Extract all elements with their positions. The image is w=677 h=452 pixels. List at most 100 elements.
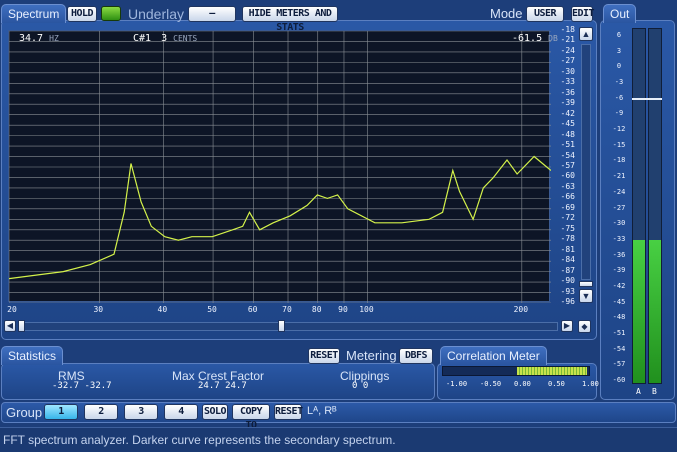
db-scale: -18 -21 -24 -27 -30 -33 -36 -39 -42 -45 -48 -51 -54-… — [553, 26, 575, 306]
scroll-up-arrow-icon[interactable]: ▲ — [579, 27, 593, 41]
group-3-button[interactable]: 3 — [124, 404, 158, 420]
edit-button[interactable]: EDIT — [571, 6, 595, 22]
spectrum-graph — [9, 31, 551, 303]
db-tick-label: -27 — [560, 56, 575, 66]
db-tick-label: -75 — [560, 223, 575, 233]
db-tick-label: -78 — [560, 234, 575, 244]
output-tick-label: -42 — [612, 281, 626, 290]
zoom-diamond-icon[interactable]: ◆ — [578, 320, 591, 333]
output-tick-label: 3 — [616, 46, 622, 55]
spectrum-tab[interactable]: Spectrum — [1, 4, 67, 23]
correlation-tick-label: -0.50 — [480, 380, 502, 388]
statistics-tab[interactable]: Statistics — [1, 346, 64, 365]
out-tab[interactable]: Out — [603, 4, 637, 23]
db-tick-label: -63 — [560, 181, 575, 191]
db-tick-label: -96 — [560, 297, 575, 306]
output-meter-b — [648, 28, 662, 384]
db-tick-label: -66 — [560, 192, 575, 202]
group-reset-button[interactable]: RESET — [274, 404, 303, 420]
group-4-button[interactable]: 4 — [164, 404, 198, 420]
db-tick-label: -18 — [560, 25, 575, 34]
db-value: -61.5 — [512, 33, 543, 44]
underlay-label: Underlay — [128, 6, 185, 22]
output-tick-label: -48 — [612, 313, 626, 322]
correlation-tick-label: 0.00 — [514, 380, 531, 388]
output-tick-label: -6 — [614, 93, 624, 102]
metering-label: Metering — [346, 348, 397, 363]
vertical-scroll-track[interactable] — [581, 44, 591, 280]
vertical-scroll-thumb[interactable] — [579, 281, 593, 287]
output-tick-label: 6 — [616, 31, 622, 39]
group-2-button[interactable]: 2 — [84, 404, 118, 420]
correlation-tick-label: 1.00 — [582, 380, 599, 388]
statistics-reset-button[interactable]: RESET — [308, 348, 340, 364]
output-tick-label: -21 — [612, 172, 626, 181]
horizontal-scroll-end-handle[interactable] — [278, 320, 285, 332]
channel-a-label: A — [636, 387, 641, 396]
frequency-unit: HZ — [49, 34, 59, 43]
output-tick-label: -57 — [612, 360, 626, 369]
output-tick-label: -27 — [612, 203, 626, 212]
db-tick-label: -54 — [560, 150, 575, 160]
db-tick-label: -36 — [560, 87, 575, 97]
note-readout: C#1 3 CENTS — [133, 33, 197, 44]
copy-to-button[interactable]: COPY TO — [232, 404, 270, 431]
db-tick-label: -21 — [560, 35, 575, 45]
user-mode-button[interactable]: USER — [526, 6, 564, 22]
output-tick-label: -36 — [612, 250, 626, 259]
db-tick-label: -90 — [560, 276, 575, 286]
output-tick-label: -39 — [612, 266, 626, 275]
db-tick-label: -81 — [560, 244, 575, 254]
frequency-tick-label: 80 — [311, 305, 322, 314]
correlation-tab[interactable]: Correlation Meter — [440, 346, 547, 365]
hold-button[interactable]: HOLD — [67, 6, 97, 22]
mode-label: Mode — [490, 6, 523, 21]
clippings-values: 0 0 — [352, 381, 369, 391]
db-tick-label: -72 — [560, 213, 575, 223]
frequency-tick-label: 70 — [282, 305, 292, 314]
db-tick-label: -51 — [560, 140, 575, 150]
db-tick-label: -60 — [560, 171, 575, 181]
correlation-tick-label: 0.50 — [548, 380, 565, 388]
frequency-tick-label: 200 — [513, 305, 529, 314]
output-tick-label: -45 — [612, 297, 626, 306]
db-tick-label: -42 — [560, 108, 575, 118]
horizontal-scroll-start-handle[interactable] — [18, 320, 25, 332]
group-1-button[interactable]: 1 — [44, 404, 78, 420]
solo-button[interactable]: SOLO — [202, 404, 228, 420]
output-tick-label: -30 — [612, 219, 626, 228]
output-meter-a-level — [633, 239, 645, 383]
channel-b-label: B — [652, 387, 657, 396]
frequency-tick-label: 50 — [207, 305, 217, 314]
frequency-tick-label: 60 — [247, 305, 258, 314]
output-tick-label: 0 — [616, 62, 622, 71]
scroll-down-arrow-icon[interactable]: ▼ — [579, 289, 593, 303]
frequency-readout: 34.7 HZ — [19, 33, 59, 44]
note-value: C#1 — [133, 33, 152, 44]
db-tick-label: -93 — [560, 286, 575, 296]
hold-indicator[interactable] — [101, 6, 121, 21]
output-tick-label: -24 — [612, 187, 626, 196]
dbfs-button[interactable]: DBFS — [399, 348, 433, 364]
hide-meters-button[interactable]: HIDE METERS AND STATS — [242, 6, 338, 33]
db-tick-label: -33 — [560, 77, 575, 87]
db-tick-label: -45 — [560, 119, 575, 129]
horizontal-scroll-track[interactable] — [18, 322, 558, 331]
channel-assignment: Lᴬ, Rᴮ — [307, 405, 337, 417]
scroll-right-arrow-icon[interactable]: ▶ — [561, 320, 573, 332]
status-text: FFT spectrum analyzer. Darker curve repr… — [3, 433, 396, 447]
db-tick-label: -57 — [560, 161, 575, 170]
db-tick-label: -24 — [560, 45, 575, 55]
db-tick-label: -39 — [560, 98, 575, 108]
db-tick-label: -69 — [560, 202, 575, 212]
output-tick-label: -60 — [612, 376, 626, 384]
frequency-tick-label: 30 — [93, 305, 104, 314]
spectrum-plot[interactable]: 34.7 HZ C#1 3 CENTS -61.5 DB — [8, 30, 558, 303]
scroll-left-arrow-icon[interactable]: ◀ — [4, 320, 16, 332]
rms-values: -32.7 -32.7 — [52, 381, 112, 391]
output-tick-label: -15 — [612, 140, 626, 149]
cents-unit: CENTS — [173, 34, 198, 43]
db-tick-label: -48 — [560, 129, 575, 139]
underlay-select[interactable]: — — [188, 6, 236, 22]
group-label: Group — [6, 405, 43, 420]
